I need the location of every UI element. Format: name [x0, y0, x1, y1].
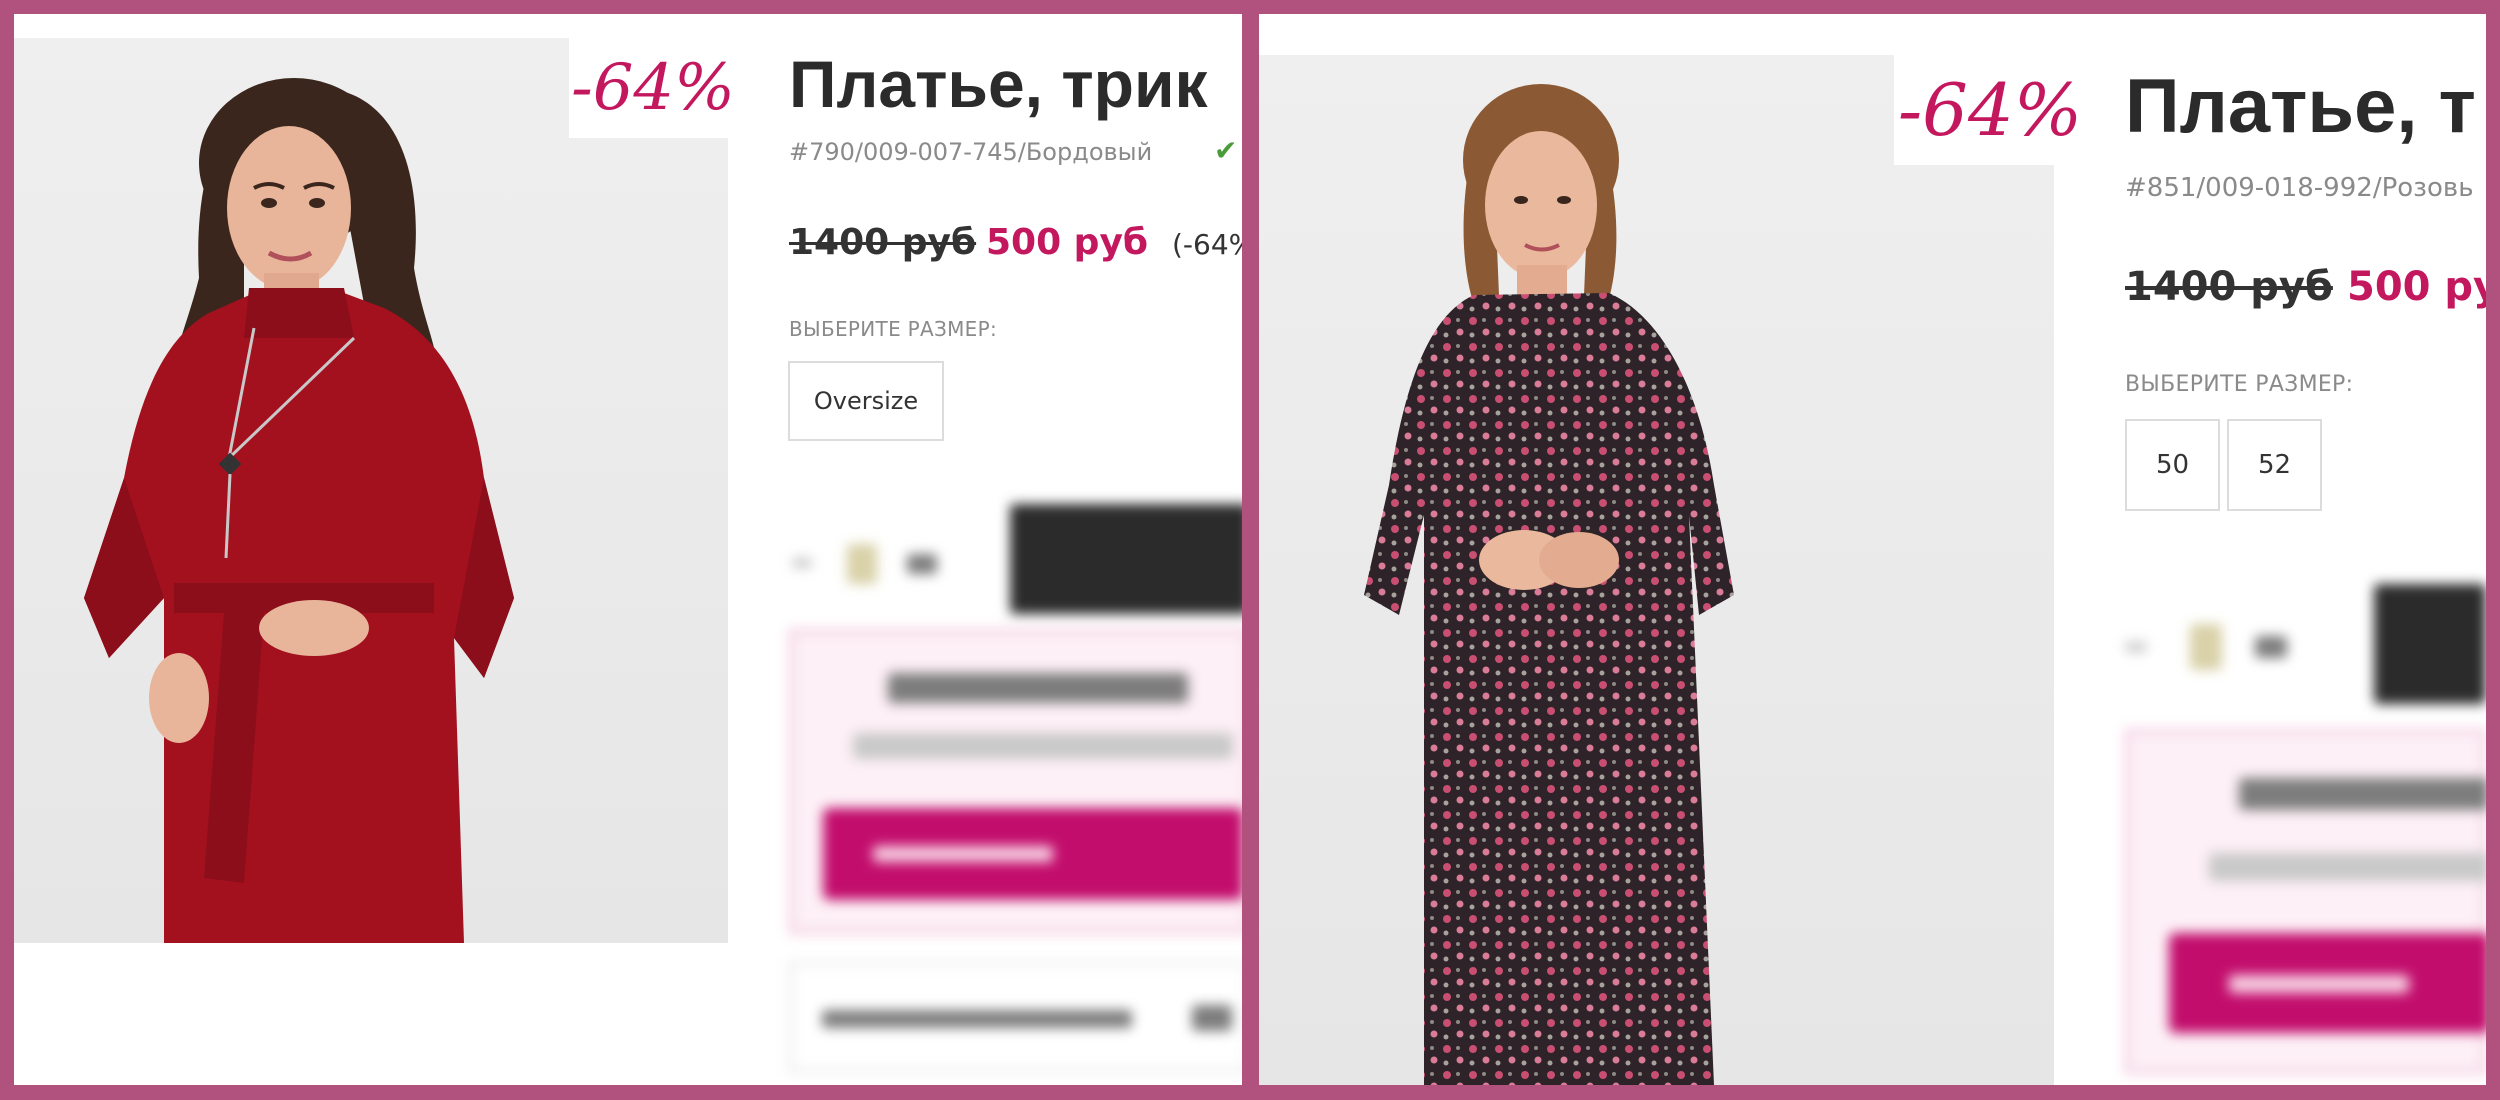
size-label: ВЫБЕРИТЕ РАЗМЕР:	[2125, 372, 2354, 397]
price-old: 1400 руб	[789, 222, 977, 263]
product-photo[interactable]	[14, 38, 728, 943]
discount-badge: -64%	[569, 38, 737, 138]
model-floral-dress-photo	[1364, 84, 1734, 1085]
blurred-quantity-controls	[792, 544, 952, 584]
product-panel-right: -64% Платье, т #851/009-018-992/Розовь 1…	[1259, 14, 2486, 1085]
size-option-oversize[interactable]: Oversize	[788, 361, 944, 441]
product-title: Платье, т	[2125, 64, 2476, 149]
product-photo[interactable]	[1259, 55, 2054, 1085]
blurred-quantity-controls	[2125, 624, 2295, 670]
price-old: 1400 руб	[2125, 264, 2333, 310]
add-to-cart-button[interactable]	[1010, 504, 1242, 614]
product-sku: #851/009-018-992/Розовь	[2125, 173, 2474, 203]
price-discount-percent: (-64%	[1172, 228, 1242, 261]
product-panel-left: -64% Платье, трик #790/009-007-745/Бордо…	[14, 14, 1242, 1085]
price-new: 500 руб	[986, 222, 1149, 263]
discount-badge: -64%	[1894, 55, 2086, 165]
product-title: Платье, трик	[789, 47, 1208, 121]
size-label: ВЫБЕРИТЕ РАЗМЕР:	[789, 317, 998, 341]
model-red-dress-photo	[84, 78, 514, 943]
checkmark-icon: ✔	[1214, 134, 1238, 167]
price-new: 500 ру	[2347, 264, 2486, 310]
promo-box	[789, 629, 1242, 934]
promo-box	[2125, 729, 2486, 1074]
product-sku: #790/009-007-745/Бордовый	[789, 138, 1153, 166]
delivery-info-box	[789, 962, 1242, 1072]
size-option-52[interactable]: 52	[2227, 419, 2322, 511]
add-to-cart-button[interactable]	[2374, 584, 2486, 704]
size-option-50[interactable]: 50	[2125, 419, 2220, 511]
